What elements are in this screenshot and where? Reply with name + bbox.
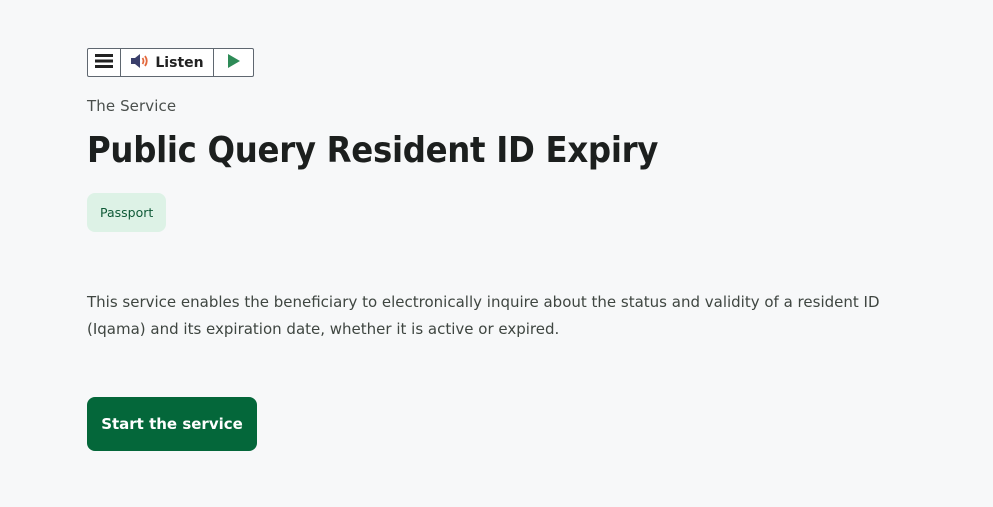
toolbar-menu-button[interactable] — [88, 49, 121, 76]
listen-label: Listen — [155, 54, 204, 71]
listen-toolbar: Listen — [87, 48, 254, 77]
section-label: The Service — [87, 97, 177, 115]
start-service-button[interactable]: Start the service — [87, 397, 257, 451]
play-button[interactable] — [214, 49, 253, 76]
play-icon — [227, 53, 240, 72]
hamburger-icon — [95, 53, 113, 72]
service-description: This service enables the beneficiary to … — [87, 293, 880, 338]
category-tag: Passport — [87, 193, 167, 232]
listen-button[interactable]: Listen — [121, 49, 214, 76]
page-title: Public Query Resident ID Expiry — [87, 130, 659, 171]
service-content: Listen The Service Public Query Resident… — [87, 48, 947, 451]
speaker-icon — [130, 53, 150, 73]
